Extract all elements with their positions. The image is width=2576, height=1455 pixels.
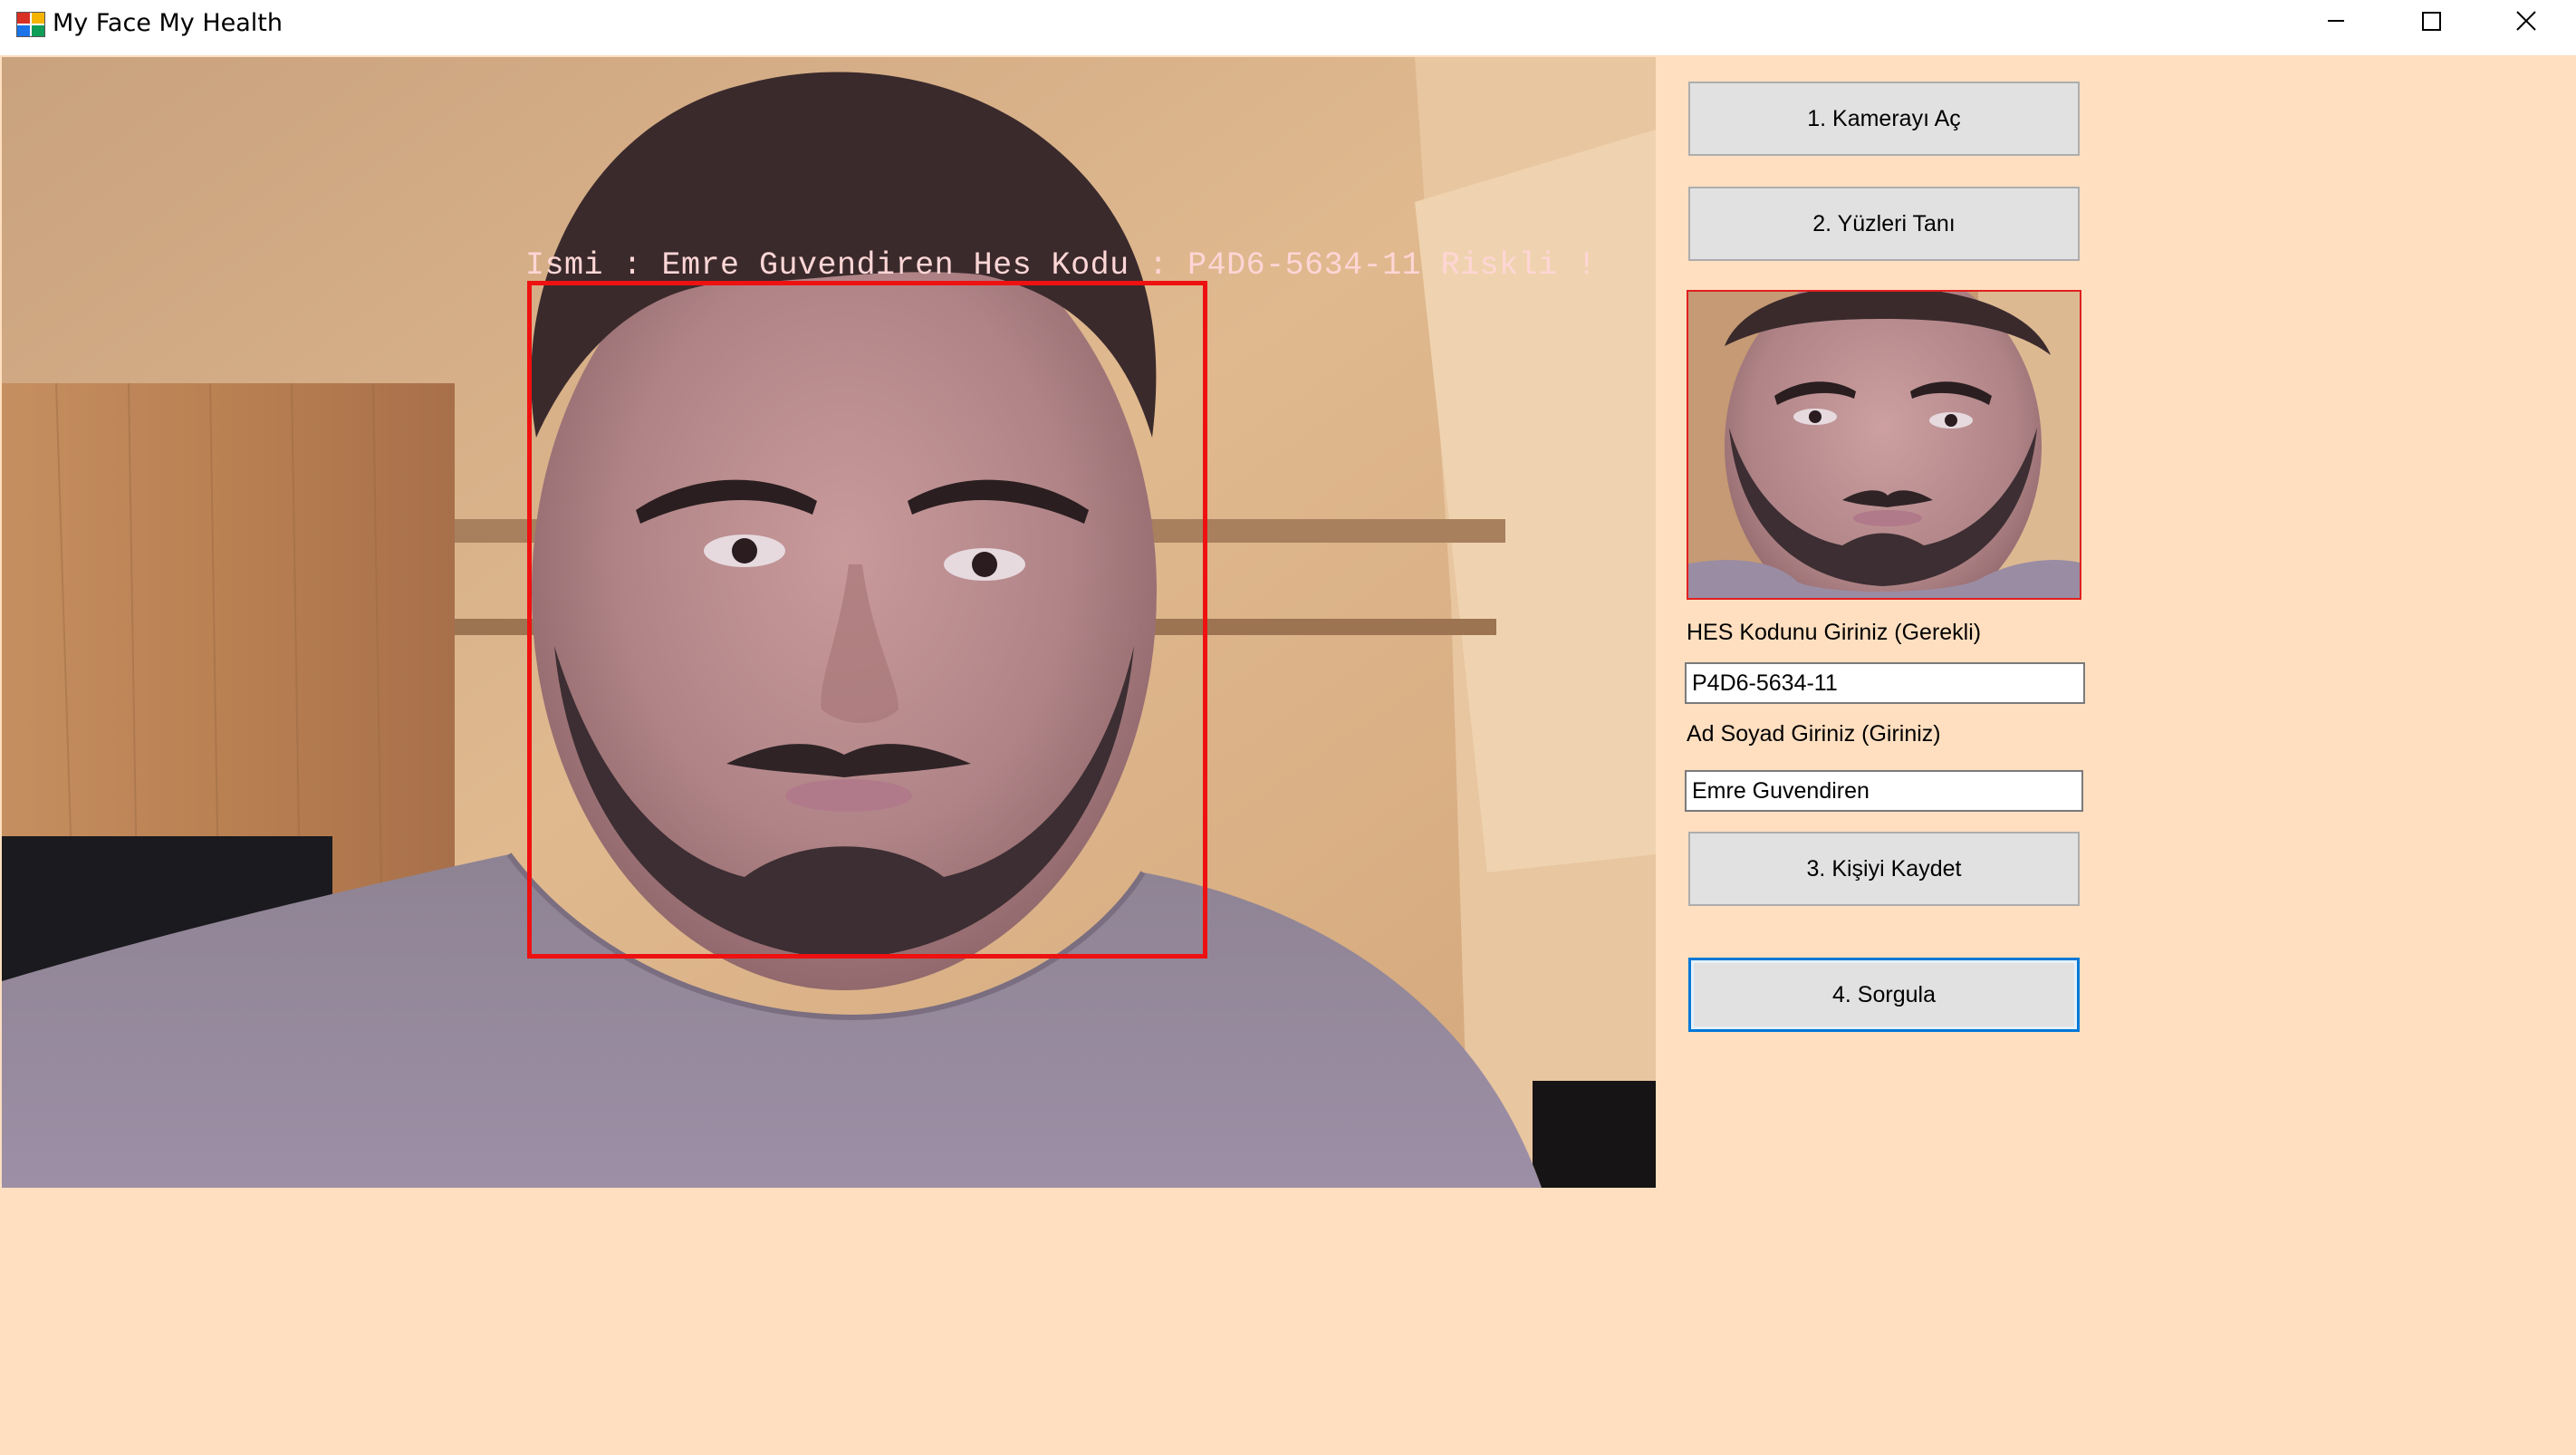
window-title: My Face My Health xyxy=(53,9,284,37)
face-thumbnail-image xyxy=(1688,292,2080,598)
close-icon xyxy=(2516,11,2536,31)
hes-code-label: HES Kodunu Giriniz (Gerekli) xyxy=(1687,620,1982,645)
face-detection-box xyxy=(527,281,1207,959)
close-button[interactable] xyxy=(2478,0,2572,43)
maximize-icon xyxy=(2422,12,2441,31)
app-icon xyxy=(16,12,47,39)
hes-code-input[interactable]: P4D6-5634-11 xyxy=(1685,662,2085,704)
full-name-label: Ad Soyad Giriniz (Giriniz) xyxy=(1687,721,1941,747)
face-thumbnail xyxy=(1687,290,2081,600)
minimize-icon xyxy=(2328,20,2344,22)
camera-feed: Ismi : Emre Guvendiren Hes Kodu : P4D6-5… xyxy=(2,57,1656,1188)
save-person-button[interactable]: 3. Kişiyi Kaydet xyxy=(1688,832,2080,906)
maximize-button[interactable] xyxy=(2384,0,2478,43)
open-camera-button[interactable]: 1. Kamerayı Aç xyxy=(1688,82,2080,156)
title-bar: My Face My Health xyxy=(0,0,2576,55)
query-button[interactable]: 4. Sorgula xyxy=(1688,958,2080,1032)
minimize-button[interactable] xyxy=(2288,0,2382,43)
recognition-overlay-text: Ismi : Emre Guvendiren Hes Kodu : P4D6-5… xyxy=(525,247,1597,284)
full-name-input[interactable]: Emre Guvendiren xyxy=(1685,770,2083,812)
recognize-faces-button[interactable]: 2. Yüzleri Tanı xyxy=(1688,187,2080,261)
